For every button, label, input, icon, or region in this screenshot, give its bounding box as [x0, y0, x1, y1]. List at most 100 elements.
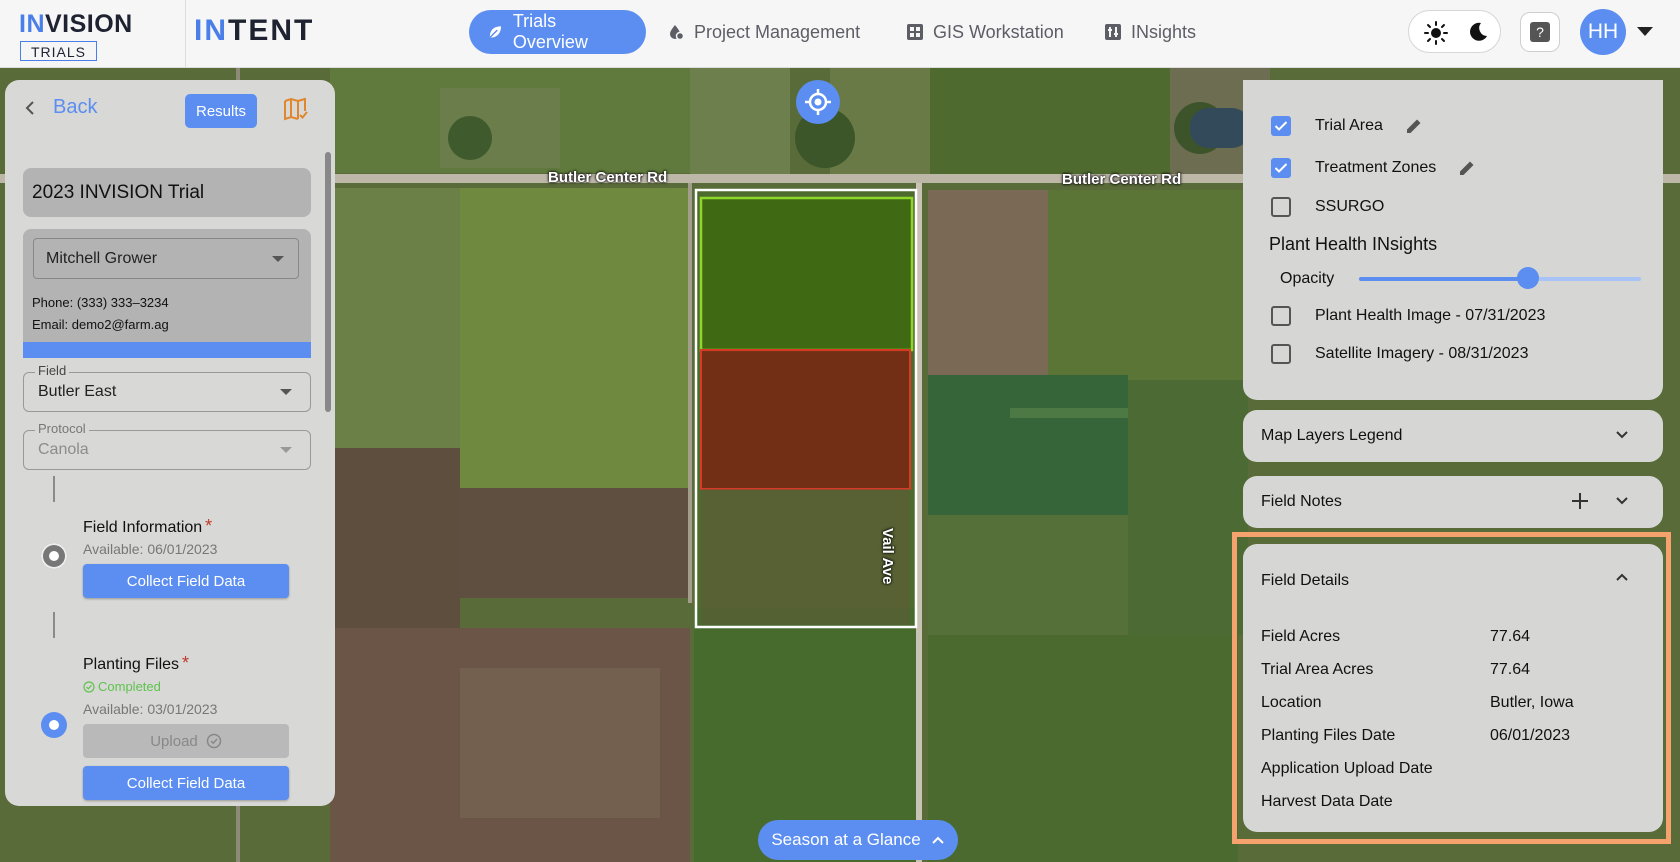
theme-toggle[interactable]: [1408, 10, 1501, 53]
grid-icon: [907, 24, 923, 40]
step-available-date: Available: 03/01/2023: [83, 701, 218, 717]
field-select-label: Field: [35, 363, 70, 378]
chevron-up-icon: [931, 836, 944, 844]
step-title-planting-files: Planting Files *: [83, 653, 189, 674]
nav-label: INsights: [1131, 21, 1197, 42]
opacity-slider-thumb[interactable]: [1517, 267, 1540, 289]
step-status-label: Completed: [98, 679, 161, 694]
checkbox-checked[interactable]: [1271, 116, 1291, 136]
layer-toggle-treatment-zones[interactable]: Treatment Zones: [1271, 158, 1476, 178]
plant-health-title: Plant Health INsights: [1269, 234, 1438, 254]
check-icon: [1274, 121, 1288, 131]
layer-label: Treatment Zones: [1315, 159, 1437, 176]
invision-logo[interactable]: INVISION: [19, 10, 133, 39]
leaf-icon: [489, 26, 502, 39]
layer-label: SSURGO: [1315, 198, 1385, 215]
logo-divider: [185, 0, 186, 68]
moon-icon[interactable]: [1467, 21, 1489, 43]
field-select[interactable]: Field Butler East: [23, 363, 311, 412]
season-button-label: Season at a Glance: [771, 830, 921, 849]
grower-name: Mitchell Grower: [46, 249, 158, 267]
road-label: Butler Center Rd: [548, 169, 668, 186]
chevron-down-icon[interactable]: [1615, 496, 1629, 506]
checkbox-unchecked[interactable]: [1271, 197, 1291, 217]
gear-drop-icon: [670, 25, 685, 41]
checkbox-unchecked[interactable]: [1271, 344, 1291, 364]
treatment-zone-red: [700, 349, 911, 490]
app-header: INVISION TRIALS INTENT Trials Overview P…: [0, 0, 1680, 68]
step-status-completed: Completed: [83, 679, 161, 694]
map-view-button[interactable]: [283, 97, 309, 126]
nav-trials-overview[interactable]: Trials Overview: [469, 10, 646, 54]
field-select-value: Butler East: [38, 383, 117, 400]
layer-label: Satellite Imagery - 08/31/2023: [1315, 345, 1529, 362]
back-button[interactable]: Back: [25, 96, 97, 119]
check-icon: [1274, 163, 1288, 173]
layer-toggle-trial-area[interactable]: Trial Area: [1271, 116, 1423, 136]
chevron-down-icon[interactable]: [1637, 27, 1653, 36]
required-marker: *: [182, 653, 190, 673]
nav-label: Project Management: [694, 21, 861, 42]
protocol-select-label: Protocol: [35, 421, 89, 436]
nav-label: GIS Workstation: [933, 21, 1064, 42]
opacity-label: Opacity: [1280, 270, 1335, 287]
logo-intent-text: TENT: [228, 14, 315, 47]
pencil-icon[interactable]: [1405, 117, 1423, 135]
step-connector: [53, 476, 55, 502]
nav-gis-workstation[interactable]: GIS Workstation: [888, 10, 1082, 54]
pencil-icon[interactable]: [1458, 159, 1476, 177]
check-circle-icon: [83, 680, 95, 693]
protocol-select[interactable]: Protocol Canola: [23, 421, 311, 470]
upload-button: Upload: [83, 724, 289, 758]
layer-label: Trial Area: [1315, 117, 1383, 134]
step-radio-field-information[interactable]: [41, 543, 67, 569]
collect-field-data-button[interactable]: Collect Field Data: [83, 564, 289, 598]
field-details-highlight: [1232, 532, 1671, 844]
grower-card-footer: [23, 342, 311, 358]
treatment-zone-green: [699, 196, 914, 352]
season-at-a-glance-button[interactable]: Season at a Glance: [758, 820, 958, 860]
opacity-slider[interactable]: [1359, 277, 1641, 281]
grower-select[interactable]: Mitchell Grower: [33, 238, 299, 279]
road-label: Vail Ave: [879, 528, 896, 585]
required-marker: *: [205, 516, 213, 536]
help-button[interactable]: ?: [1520, 12, 1560, 52]
panel-scrollbar[interactable]: [325, 152, 331, 412]
step-title-text: Planting Files: [83, 656, 180, 673]
step-radio-planting-files[interactable]: [41, 712, 67, 738]
checkbox-unchecked[interactable]: [1271, 306, 1291, 326]
grower-email: Email: demo2@farm.ag: [32, 317, 169, 332]
layer-toggle-satellite-imagery[interactable]: Satellite Imagery - 08/31/2023: [1271, 344, 1528, 364]
map-layers-panel: Trial Area Treatment Zones SSURGO Plant …: [1243, 80, 1663, 400]
layer-toggle-plant-health-image[interactable]: Plant Health Image - 07/31/2023: [1271, 306, 1545, 326]
crosshair-icon: [805, 89, 831, 115]
step-radio-dot: [49, 551, 59, 561]
step-radio-dot: [49, 720, 59, 730]
sun-icon[interactable]: [1424, 21, 1448, 45]
panel-title: Map Layers Legend: [1261, 427, 1403, 444]
protocol-select-value: Canola: [38, 441, 89, 458]
upload-label: Upload: [150, 732, 198, 750]
plus-icon[interactable]: [1571, 492, 1589, 510]
logo-invision-text: VISION: [45, 10, 133, 38]
logo-invision-accent: IN: [19, 10, 45, 38]
panel-title: Field Notes: [1261, 493, 1342, 510]
nav-project-management[interactable]: Project Management: [649, 10, 878, 54]
layer-toggle-ssurgo[interactable]: SSURGO: [1271, 197, 1384, 217]
field-notes-panel[interactable]: Field Notes: [1243, 476, 1663, 528]
locate-button[interactable]: [796, 80, 840, 124]
nav-insights[interactable]: INsights: [1086, 10, 1214, 54]
checkbox-checked[interactable]: [1271, 158, 1291, 178]
map-layers-legend-panel[interactable]: Map Layers Legend: [1243, 410, 1663, 462]
user-avatar[interactable]: HH: [1580, 9, 1626, 55]
collect-field-data-button[interactable]: Collect Field Data: [83, 766, 289, 800]
help-icon-glyph: ?: [1536, 24, 1544, 40]
road-label: Butler Center Rd: [1062, 171, 1182, 188]
back-label: Back: [53, 96, 98, 118]
results-button[interactable]: Results: [185, 94, 257, 128]
intent-logo[interactable]: INTENT: [194, 14, 314, 48]
step-title-field-information: Field Information *: [83, 516, 212, 537]
sliders-icon: [1105, 24, 1121, 40]
chevron-down-icon: [272, 256, 284, 262]
chevron-down-icon[interactable]: [1615, 430, 1629, 440]
